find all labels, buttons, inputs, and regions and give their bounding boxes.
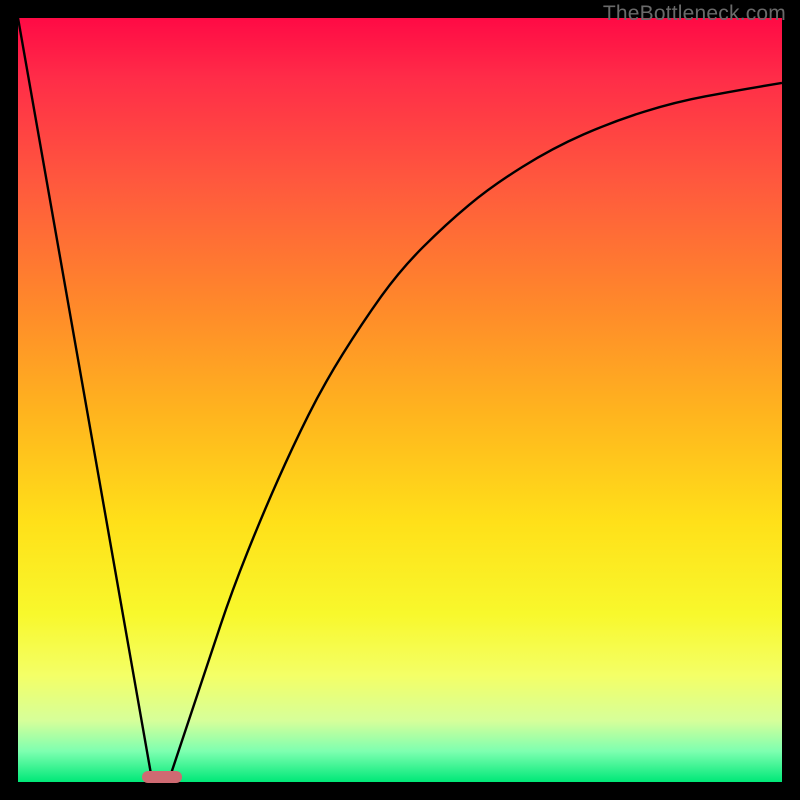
right-curve-path	[171, 83, 782, 774]
chart-frame: TheBottleneck.com	[0, 0, 800, 800]
left-line-path	[18, 18, 152, 778]
chart-curves-svg	[18, 18, 782, 782]
plot-area	[18, 18, 782, 782]
watermark-text: TheBottleneck.com	[603, 2, 786, 26]
bottleneck-marker	[142, 771, 182, 783]
